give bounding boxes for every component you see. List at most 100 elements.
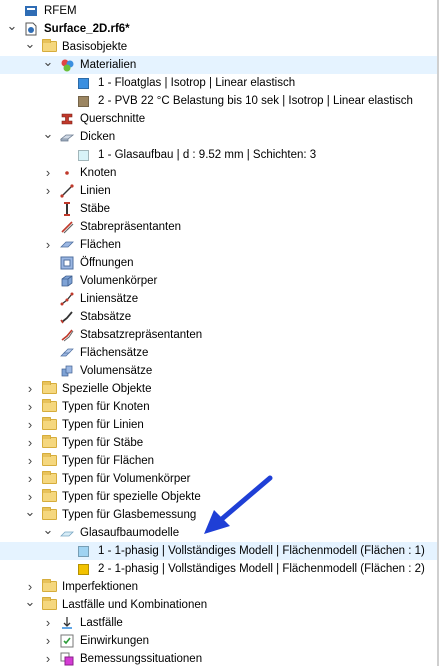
tree-row[interactable]: › Typen für spezielle Objekte — [0, 488, 437, 506]
expand-chevron-icon[interactable]: › — [24, 416, 36, 434]
tree-row[interactable]: Stabsatzrepräsentanten — [0, 326, 437, 344]
collapse-chevron-icon[interactable]: ⌄ — [24, 35, 36, 53]
tree-row-label: Volumenkörper — [80, 275, 158, 287]
surface-set-icon — [60, 346, 74, 360]
collapse-chevron-icon[interactable]: ⌄ — [24, 593, 36, 611]
tree-row[interactable]: › Flächen — [0, 236, 437, 254]
tree-row[interactable]: › Typen für Linien — [0, 416, 437, 434]
tree-row-label: Knoten — [80, 167, 117, 179]
tree-row-label: Stabsatzrepräsentanten — [80, 329, 203, 341]
tree-row-label: Einwirkungen — [80, 635, 150, 647]
expand-chevron-icon[interactable]: › — [24, 452, 36, 470]
tree-row-label: Spezielle Objekte — [62, 383, 152, 395]
navigator-tree[interactable]: RFEM ⌄ Surface_2D.rf6* ⌄ Basisobjekte ⌄ Materi… — [0, 0, 439, 666]
tree-row-label: 2 - 1-phasig | Vollständiges Modell | Fl… — [98, 563, 425, 575]
expand-chevron-icon[interactable]: › — [42, 236, 54, 254]
action-icon — [60, 634, 74, 648]
tree-row[interactable]: 1 - Glasaufbau | d : 9.52 mm | Schichten… — [0, 146, 437, 164]
tree-row-label: Typen für spezielle Objekte — [62, 491, 201, 503]
folder-icon — [42, 597, 57, 610]
node-icon — [60, 166, 74, 180]
folder-icon — [42, 471, 57, 484]
tree-row[interactable]: ⌄ Lastfälle und Kombinationen — [0, 593, 437, 614]
tree-row[interactable]: Volumensätze — [0, 362, 437, 380]
tree-row[interactable]: Querschnitte — [0, 110, 437, 128]
glass-model-icon — [60, 526, 74, 540]
tree-row[interactable]: ⌄ Dicken — [0, 125, 437, 146]
tree-row[interactable]: Volumenkörper — [0, 272, 437, 290]
tree-row[interactable]: › Typen für Volumenkörper — [0, 470, 437, 488]
tree-row-label: Flächensätze — [80, 347, 149, 359]
tree-row[interactable]: › Typen für Flächen — [0, 452, 437, 470]
tree-row[interactable]: ⌄ Typen für Glasbemessung — [0, 503, 437, 524]
tree-row-label: Materialien — [80, 59, 137, 71]
tree-row-label: Stabsätze — [80, 311, 132, 323]
expand-chevron-icon[interactable]: › — [24, 434, 36, 452]
tree-row[interactable]: ⌄ Basisobjekte — [0, 35, 437, 56]
tree-row[interactable]: › Bemessungssituationen — [0, 650, 437, 668]
tree-row[interactable]: Stäbe — [0, 200, 437, 218]
line-icon — [60, 184, 74, 198]
solid-icon — [60, 274, 74, 288]
collapse-chevron-icon[interactable]: ⌄ — [42, 125, 54, 143]
tree-row[interactable]: › Typen für Knoten — [0, 398, 437, 416]
tree-row[interactable]: › Knoten — [0, 164, 437, 182]
tree-row[interactable]: 1 - 1-phasig | Vollständiges Modell | Fl… — [0, 542, 437, 560]
tree-row-label: Lastfälle — [80, 617, 123, 629]
tree-row-label: Querschnitte — [80, 113, 146, 125]
expand-chevron-icon[interactable]: › — [42, 164, 54, 182]
expand-chevron-icon[interactable]: › — [42, 650, 54, 668]
collapse-chevron-icon[interactable]: ⌄ — [42, 521, 54, 539]
tree-row[interactable]: Stabrepräsentanten — [0, 218, 437, 236]
expand-chevron-icon[interactable]: › — [42, 182, 54, 200]
color-square-icon — [78, 150, 89, 161]
tree-row-label: Basisobjekte — [62, 41, 128, 53]
tree-row[interactable]: › Spezielle Objekte — [0, 380, 437, 398]
tree-row-label: Glasaufbaumodelle — [80, 527, 180, 539]
tree-row-label: Imperfektionen — [62, 581, 139, 593]
tree-row-label: Dicken — [80, 131, 116, 143]
tree-row[interactable]: Öffnungen — [0, 254, 437, 272]
collapse-chevron-icon[interactable]: ⌄ — [42, 53, 54, 71]
surface-icon — [60, 238, 74, 252]
tree-row-label: Lastfälle und Kombinationen — [62, 599, 208, 611]
tree-row[interactable]: ⌄ Glasaufbaumodelle — [0, 521, 437, 542]
folder-icon — [42, 435, 57, 448]
tree-row-label: Typen für Glasbemessung — [62, 509, 197, 521]
expand-chevron-icon[interactable]: › — [24, 470, 36, 488]
tree-row-label: Stäbe — [80, 203, 111, 215]
folder-icon — [42, 453, 57, 466]
expand-chevron-icon[interactable]: › — [42, 632, 54, 650]
expand-chevron-icon[interactable]: › — [42, 614, 54, 632]
tree-row[interactable]: RFEM — [0, 2, 437, 20]
tree-row-label: Typen für Stäbe — [62, 437, 144, 449]
tree-row[interactable]: ⌄ Surface_2D.rf6* — [0, 17, 437, 38]
tree-row[interactable]: 2 - 1-phasig | Vollständiges Modell | Fl… — [0, 560, 437, 578]
tree-row[interactable]: 2 - PVB 22 °C Belastung bis 10 sek | Iso… — [0, 92, 437, 110]
tree-row-label: Typen für Linien — [62, 419, 144, 431]
tree-row[interactable]: › Typen für Stäbe — [0, 434, 437, 452]
tree-row[interactable]: › Imperfektionen — [0, 578, 437, 596]
folder-icon — [42, 417, 57, 430]
tree-row[interactable]: › Einwirkungen — [0, 632, 437, 650]
model-file-icon — [24, 22, 38, 36]
expand-chevron-icon[interactable]: › — [24, 398, 36, 416]
collapse-chevron-icon[interactable]: ⌄ — [24, 503, 36, 521]
thickness-icon — [59, 130, 75, 144]
tree-row[interactable]: Liniensätze — [0, 290, 437, 308]
tree-row-label: Flächen — [80, 239, 121, 251]
collapse-chevron-icon[interactable]: ⌄ — [6, 17, 18, 35]
tree-row[interactable]: ⌄ Materialien — [0, 53, 437, 74]
tree-row-label: 1 - 1-phasig | Vollständiges Modell | Fl… — [98, 545, 425, 557]
folder-icon — [42, 399, 57, 412]
folder-icon — [42, 507, 57, 520]
expand-chevron-icon[interactable]: › — [24, 380, 36, 398]
tree-row[interactable]: Flächensätze — [0, 344, 437, 362]
tree-row-label: 1 - Glasaufbau | d : 9.52 mm | Schichten… — [98, 149, 317, 161]
rfem-icon — [24, 4, 38, 18]
tree-row[interactable]: 1 - Floatglas | Isotrop | Linear elastis… — [0, 74, 437, 92]
tree-row[interactable]: Stabsätze — [0, 308, 437, 326]
tree-row[interactable]: › Lastfälle — [0, 614, 437, 632]
tree-row[interactable]: › Linien — [0, 182, 437, 200]
cross-section-icon — [60, 112, 74, 126]
